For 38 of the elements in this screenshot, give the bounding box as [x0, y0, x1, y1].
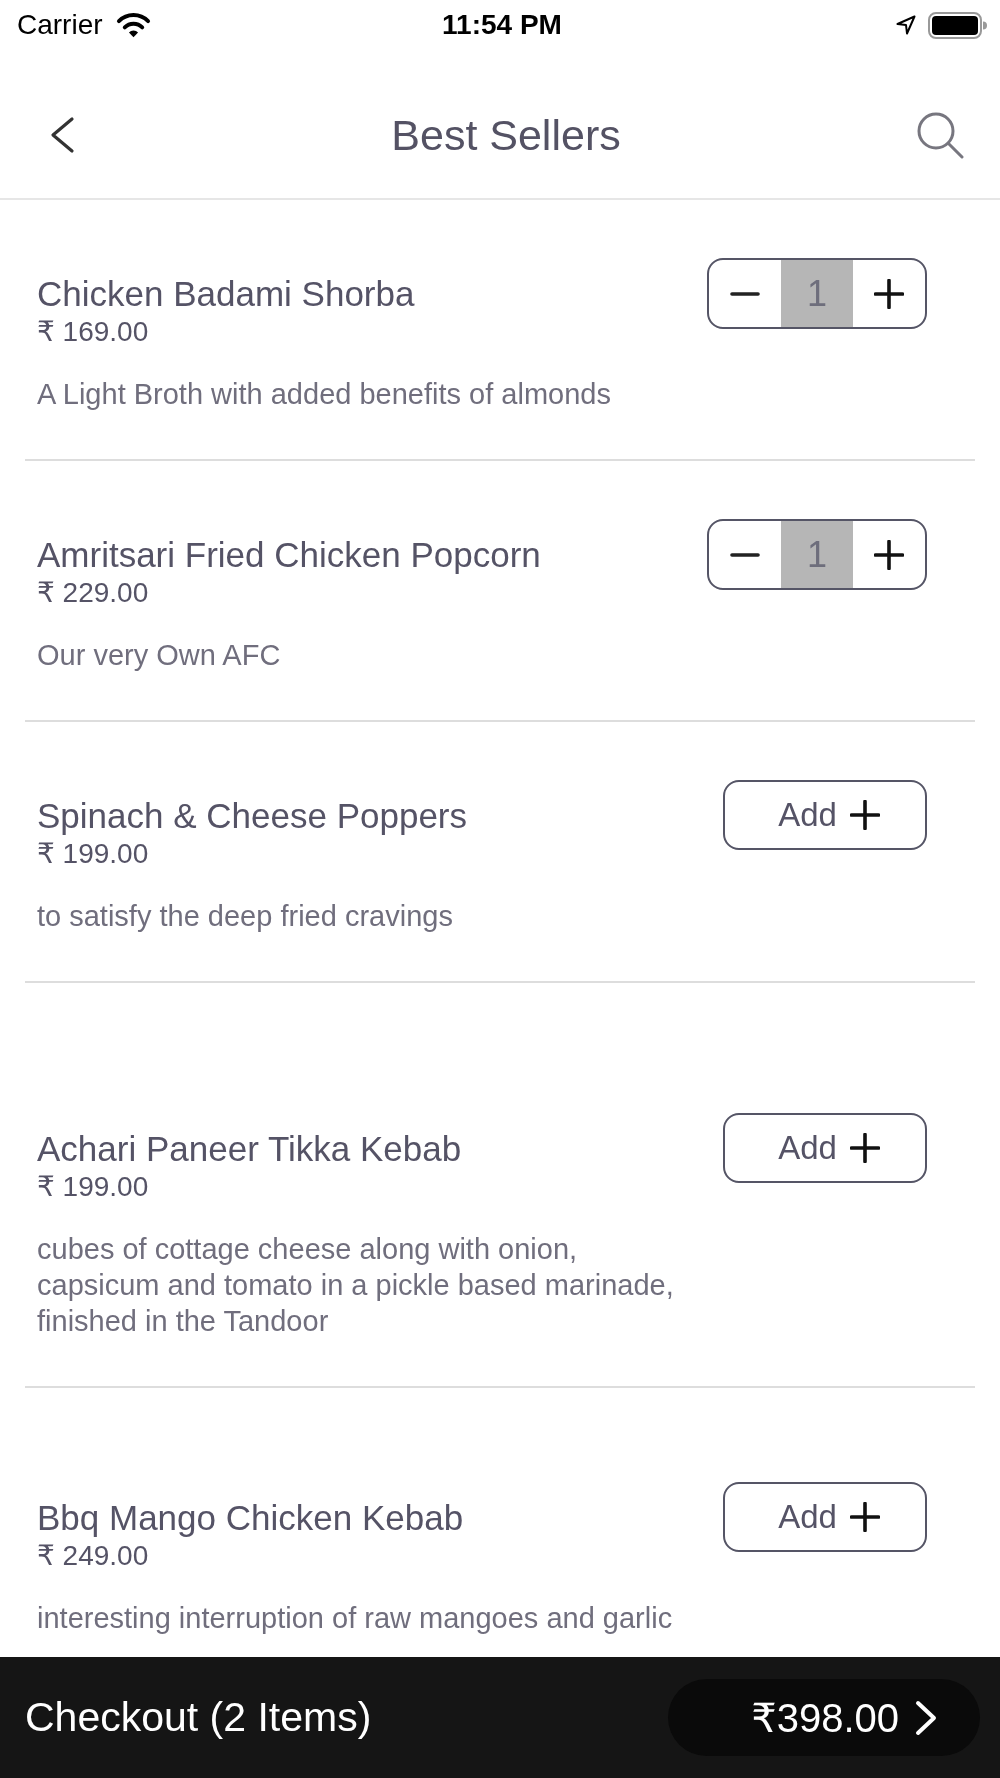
- plus-icon: [874, 278, 904, 309]
- minus-icon: [730, 291, 760, 296]
- item-price: ₹ 229.00: [37, 577, 149, 609]
- battery-icon: [928, 11, 987, 39]
- item-price: ₹ 199.00: [37, 1171, 149, 1203]
- item-price: ₹ 199.00: [37, 838, 149, 870]
- plus-icon: [849, 1133, 880, 1163]
- item-name: Spinach & Cheese Poppers: [37, 796, 467, 836]
- location-arrow-icon: [896, 15, 916, 35]
- carrier-label: Carrier: [17, 9, 103, 41]
- add-button[interactable]: Add: [723, 1482, 927, 1552]
- item-price: ₹ 169.00: [37, 316, 149, 348]
- item-price: ₹ 249.00: [37, 1540, 149, 1572]
- item-description: interesting interruption of raw mangoes and garlic: [37, 1601, 673, 1636]
- item-description: Our very Own AFC: [37, 638, 281, 673]
- plus-icon: [849, 800, 880, 830]
- item-description: A Light Broth with added benefits of almonds: [37, 377, 611, 412]
- item-name: Bbq Mango Chicken Kebab: [37, 1498, 464, 1538]
- item-description: to satisfy the deep fried cravings: [37, 899, 453, 934]
- add-button[interactable]: Add: [723, 780, 927, 850]
- quantity-value: 1: [781, 521, 853, 588]
- item-description: cubes of cottage cheese along with onion, capsicum and tomato in a pickle based marinade, finished in the Tandoor: [37, 1232, 675, 1339]
- quantity-value: 1: [781, 260, 853, 327]
- add-button[interactable]: Add: [723, 1113, 927, 1183]
- status-time: 11:54 PM: [442, 9, 562, 41]
- chevron-right-icon: [914, 1698, 938, 1737]
- page-title: Best Sellers: [391, 110, 621, 160]
- checkout-label: Checkout (2 Items): [25, 1694, 372, 1741]
- plus-icon: [849, 1502, 880, 1532]
- minus-icon: [730, 552, 760, 557]
- search-icon[interactable]: [916, 111, 964, 159]
- item-name: Amritsari Fried Chicken Popcorn: [37, 535, 541, 575]
- item-name: Achari Paneer Tikka Kebab: [37, 1129, 462, 1169]
- plus-icon: [874, 539, 904, 570]
- wifi-icon: [115, 12, 151, 38]
- item-name: Chicken Badami Shorba: [37, 274, 415, 314]
- total-button[interactable]: ₹398.00: [668, 1679, 980, 1756]
- checkout-bar[interactable]: Checkout (2 Items) ₹398.00: [0, 1657, 1000, 1778]
